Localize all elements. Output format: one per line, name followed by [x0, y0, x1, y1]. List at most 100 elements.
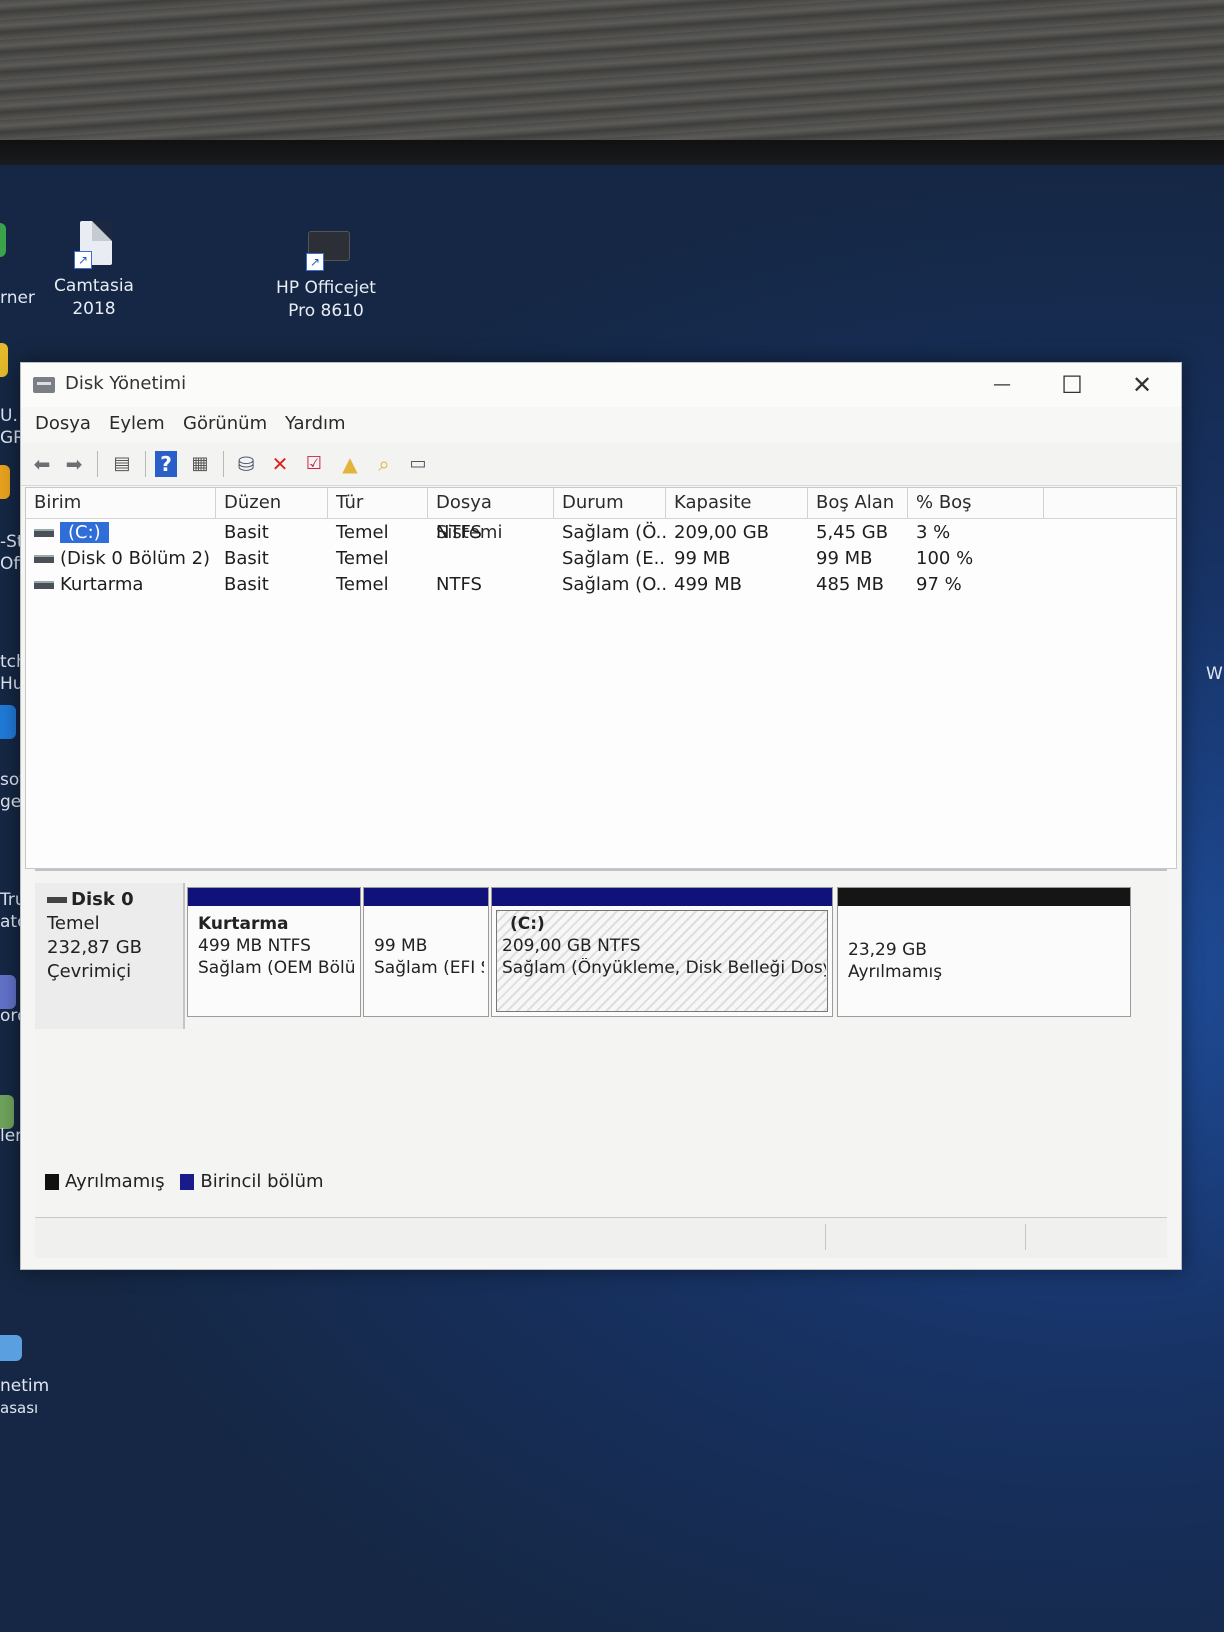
cell-duzen: Basit — [224, 574, 269, 595]
legend-swatch-unallocated — [45, 1174, 59, 1190]
cell-durum: Sağlam (E... — [562, 548, 666, 569]
edge-label: U. — [0, 406, 18, 426]
desktop-icon-label: Camtasia — [54, 276, 134, 296]
desktop-icon-hp-officejet[interactable]: ↗ HP Officejet Pro 8610 — [256, 223, 396, 323]
back-arrow-icon[interactable]: ⬅ — [29, 451, 55, 477]
cell-tur: Temel — [336, 574, 389, 595]
edge-label: asası — [0, 1399, 39, 1417]
connect-drive-icon[interactable]: ⛁ — [233, 451, 259, 477]
checklist-icon[interactable]: ☑ — [301, 451, 327, 477]
partition-status: Sağlam (Önyükleme, Disk Belleği Dosyası, — [502, 958, 826, 978]
edge-label: ge — [0, 792, 22, 812]
partition-status: Sağlam (OEM Bölür — [198, 958, 356, 978]
cell-yuzde-bos: 97 % — [916, 574, 962, 595]
cell-durum: Sağlam (Ö... — [562, 522, 666, 543]
maximize-button[interactable]: ☐ — [1037, 365, 1107, 405]
column-header-kapasite[interactable]: Kapasite — [666, 488, 808, 518]
column-header-tur[interactable]: Tür — [328, 488, 428, 518]
status-bar — [35, 1217, 1167, 1258]
cell-dosya-sistemi: NTFS — [436, 574, 482, 595]
volume-list[interactable]: Birim Düzen Tür Dosya Sistemi Durum Kapa… — [25, 487, 1177, 869]
desktop-icon-label: 2018 — [72, 299, 116, 319]
edge-app-icon[interactable] — [0, 465, 10, 499]
cell-duzen: Basit — [224, 548, 269, 569]
menu-gorunum[interactable]: Görünüm — [183, 413, 267, 434]
column-header-duzen[interactable]: Düzen — [216, 488, 328, 518]
delete-icon[interactable]: ✕ — [267, 451, 293, 477]
partition-status: Ayrılmamış — [848, 962, 943, 982]
help-icon[interactable]: ? — [155, 451, 177, 477]
partition-c[interactable]: (C:) 209,00 GB NTFS Sağlam (Önyükleme, D… — [491, 887, 833, 1017]
status-separator — [825, 1224, 826, 1250]
toolbar-separator — [223, 451, 224, 477]
volume-name: Kurtarma — [60, 574, 144, 595]
close-button[interactable]: ✕ — [1107, 365, 1177, 405]
edge-app-icon[interactable] — [0, 223, 6, 257]
cell-yuzde-bos: 3 % — [916, 522, 951, 543]
toolbar-separator — [145, 451, 146, 477]
title-bar[interactable]: Disk Yönetimi — ☐ ✕ — [21, 363, 1181, 407]
disk-icon — [47, 897, 67, 903]
volume-icon — [34, 555, 54, 563]
menu-dosya[interactable]: Dosya — [35, 413, 91, 434]
menu-eylem[interactable]: Eylem — [109, 413, 165, 434]
column-header-yuzde-bos[interactable]: % Boş — [908, 488, 1044, 518]
forward-arrow-icon[interactable]: ➡ — [61, 451, 87, 477]
table-row[interactable]: Kurtarma Basit Temel NTFS Sağlam (O... 4… — [26, 572, 1176, 598]
volume-icon — [34, 581, 54, 589]
edge-app-icon[interactable] — [0, 343, 8, 377]
volume-icon — [34, 529, 54, 537]
table-row[interactable]: (C:) Basit Temel NTFS Sağlam (Ö... 209,0… — [26, 520, 1176, 546]
cell-tur: Temel — [336, 522, 389, 543]
cell-durum: Sağlam (O... — [562, 574, 666, 595]
partition-kurtarma[interactable]: Kurtarma 499 MB NTFS Sağlam (OEM Bölür — [187, 887, 361, 1017]
disk-graphical-view: Disk 0 Temel 232,87 GB Çevrimiçi Kurtarm… — [35, 869, 1167, 1217]
partition-title: (C:) — [510, 914, 545, 934]
cell-kapasite: 99 MB — [674, 548, 731, 569]
partition-unallocated[interactable]: 23,29 GB Ayrılmamış — [837, 887, 1131, 1017]
volume-name: (C:) — [60, 522, 109, 543]
primary-partition-bar — [188, 888, 360, 906]
edge-control-icon[interactable] — [0, 1335, 22, 1361]
disk-type: Temel — [47, 913, 100, 934]
partition-efi[interactable]: 99 MB Sağlam (EFI Si — [363, 887, 489, 1017]
column-header-dosya-sistemi[interactable]: Dosya Sistemi — [428, 488, 554, 543]
desk-surface — [0, 0, 1224, 150]
folder-search-icon[interactable]: ⌕ — [371, 451, 397, 477]
cell-birim: (C:) — [26, 520, 216, 546]
show-hide-console-icon[interactable]: ▤ — [109, 451, 135, 477]
desktop-icon-camtasia[interactable]: ↗ Camtasia 2018 — [24, 221, 164, 321]
edge-edge-browser-icon[interactable] — [0, 705, 16, 739]
cell-birim: (Disk 0 Bölüm 2) — [26, 546, 216, 572]
disk-size: 232,87 GB — [47, 937, 143, 958]
column-header-bos-alan[interactable]: Boş Alan — [808, 488, 908, 518]
volume-list-header: Birim Düzen Tür Dosya Sistemi Durum Kapa… — [26, 488, 1176, 543]
unallocated-bar — [838, 888, 1130, 906]
table-row[interactable]: (Disk 0 Bölüm 2) Basit Temel Sağlam (E..… — [26, 546, 1176, 572]
legend-label-primary: Birincil bölüm — [200, 1171, 324, 1192]
cell-duzen: Basit — [224, 522, 269, 543]
menu-bar: Dosya Eylem Görünüm Yardım — [21, 407, 1181, 441]
cell-bos-alan: 5,45 GB — [816, 522, 889, 543]
disk-state: Çevrimiçi — [47, 961, 132, 982]
properties-pane-icon[interactable]: ▦ — [187, 451, 213, 477]
edge-label: netim — [0, 1376, 50, 1396]
disk-name: Disk 0 — [47, 889, 134, 910]
cell-bos-alan: 485 MB — [816, 574, 884, 595]
volume-name: (Disk 0 Bölüm 2) — [60, 548, 211, 569]
column-header-birim[interactable]: Birim — [26, 488, 216, 518]
minimize-button[interactable]: — — [967, 365, 1037, 405]
toolbar: ⬅ ➡ ▤ ? ▦ ⛁ ✕ ☑ ▲ ⌕ ▭ — [21, 443, 1181, 486]
folder-up-icon[interactable]: ▲ — [337, 451, 363, 477]
column-header-durum[interactable]: Durum — [554, 488, 666, 518]
properties-icon[interactable]: ▭ — [405, 451, 431, 477]
menu-yardim[interactable]: Yardım — [285, 413, 346, 434]
edge-user-icon[interactable] — [0, 1095, 14, 1129]
cell-kapasite: 499 MB — [674, 574, 742, 595]
legend: Ayrılmamış Birincil bölüm — [45, 1171, 324, 1192]
edge-discord-icon[interactable] — [0, 975, 16, 1009]
disk-info-panel[interactable]: Disk 0 Temel 232,87 GB Çevrimiçi — [35, 883, 185, 1029]
camtasia-file-icon: ↗ — [72, 221, 116, 269]
window-title: Disk Yönetimi — [65, 373, 187, 394]
partition-status: Sağlam (EFI Si — [374, 958, 484, 978]
